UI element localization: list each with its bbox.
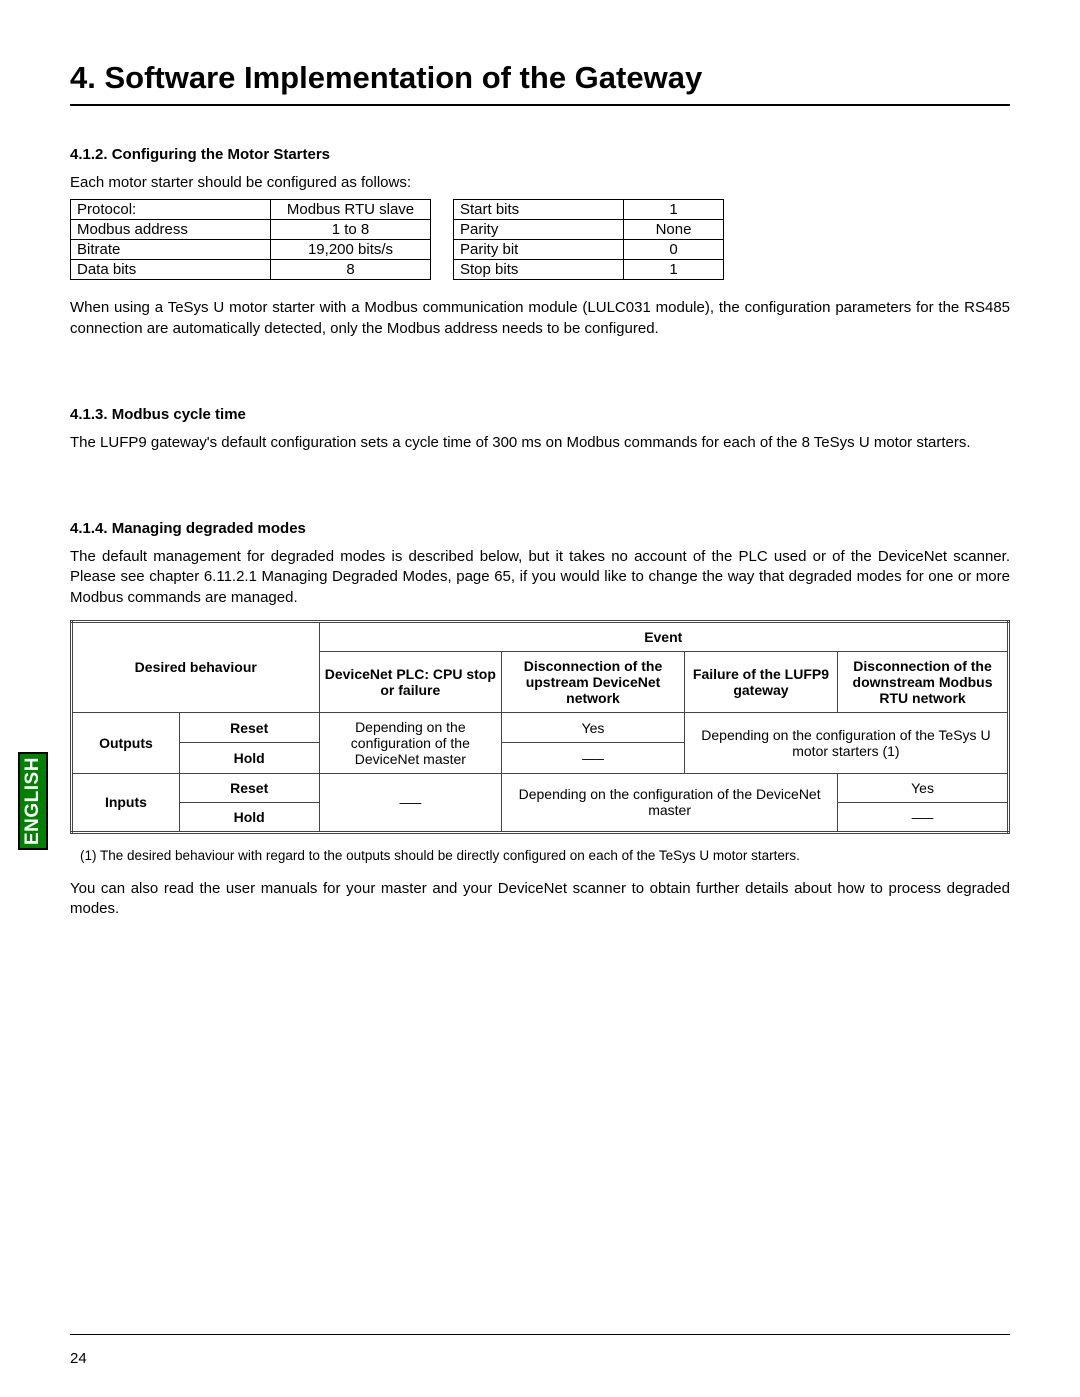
cell-value: 1 to 8 [271, 220, 431, 240]
cell: Yes [502, 712, 685, 743]
page-number: 24 [70, 1350, 87, 1367]
footer-rule [70, 1334, 1010, 1335]
cell-value: None [624, 220, 724, 240]
table-row: Bitrate19,200 bits/s [71, 240, 431, 260]
chapter-title: 4. Software Implementation of the Gatewa… [70, 60, 1010, 96]
header-col-failure: Failure of the LUFP9 gateway [684, 651, 837, 712]
cell-label: Parity [454, 220, 624, 240]
language-tab: ENGLISH [18, 752, 48, 850]
cell-label: Parity bit [454, 240, 624, 260]
table-row: ParityNone [454, 220, 724, 240]
config-table-left: Protocol:Modbus RTU slave Modbus address… [70, 199, 431, 280]
header-col-downstream: Disconnection of the downstream Modbus R… [838, 651, 1009, 712]
spacer [70, 351, 1010, 406]
degraded-modes-table: Desired behaviour Event DeviceNet PLC: C… [70, 620, 1010, 834]
table-row: Modbus address1 to 8 [71, 220, 431, 240]
cell: —– [838, 802, 1009, 832]
header-event: Event [319, 621, 1009, 651]
closing-414: You can also read the user manuals for y… [70, 879, 1010, 920]
row-inputs: Inputs [72, 773, 180, 832]
header-behaviour: Desired behaviour [72, 621, 320, 712]
row-hold: Hold [179, 802, 319, 832]
table-row: InputsReset —– Depending on the configur… [72, 773, 1009, 802]
cell-value: 8 [271, 260, 431, 280]
cell: Depending on the configuration of the De… [502, 773, 838, 832]
table-header-row: Desired behaviour Event [72, 621, 1009, 651]
page: 4. Software Implementation of the Gatewa… [0, 0, 1080, 1397]
row-outputs: Outputs [72, 712, 180, 773]
cell: —– [502, 743, 685, 774]
config-table-right: Start bits1 ParityNone Parity bit0 Stop … [453, 199, 724, 280]
cell-value: 1 [624, 260, 724, 280]
cell: Depending on the configuration of the Te… [684, 712, 1008, 773]
intro-412: Each motor starter should be configured … [70, 173, 1010, 193]
cell-value: Modbus RTU slave [271, 200, 431, 220]
heading-413: 4.1.3. Modbus cycle time [70, 406, 1010, 423]
table-row: OutputsReset Depending on the configurat… [72, 712, 1009, 743]
para-414: The default management for degraded mode… [70, 547, 1010, 608]
cell-label: Start bits [454, 200, 624, 220]
table-row: Protocol:Modbus RTU slave [71, 200, 431, 220]
header-col-plc: DeviceNet PLC: CPU stop or failure [319, 651, 502, 712]
spacer [70, 465, 1010, 520]
config-tables-row: Protocol:Modbus RTU slave Modbus address… [70, 199, 1010, 280]
table-row: Start bits1 [454, 200, 724, 220]
table-row: Stop bits1 [454, 260, 724, 280]
cell-label: Stop bits [454, 260, 624, 280]
cell: Depending on the configuration of the De… [319, 712, 502, 773]
cell-label: Bitrate [71, 240, 271, 260]
header-col-upstream: Disconnection of the upstream DeviceNet … [502, 651, 685, 712]
title-rule [70, 104, 1010, 106]
cell-value: 0 [624, 240, 724, 260]
cell-value: 1 [624, 200, 724, 220]
cell-value: 19,200 bits/s [271, 240, 431, 260]
cell: Yes [838, 773, 1009, 802]
table-row: Parity bit0 [454, 240, 724, 260]
cell-label: Data bits [71, 260, 271, 280]
cell-label: Protocol: [71, 200, 271, 220]
heading-414: 4.1.4. Managing degraded modes [70, 520, 1010, 537]
para-412: When using a TeSys U motor starter with … [70, 298, 1010, 339]
para-413: The LUFP9 gateway's default configuratio… [70, 433, 1010, 453]
row-reset: Reset [179, 773, 319, 802]
cell: —– [319, 773, 502, 832]
row-reset: Reset [179, 712, 319, 743]
row-hold: Hold [179, 743, 319, 774]
table-row: Data bits8 [71, 260, 431, 280]
footnote-414: (1) The desired behaviour with regard to… [80, 848, 1010, 863]
cell-label: Modbus address [71, 220, 271, 240]
heading-412: 4.1.2. Configuring the Motor Starters [70, 146, 1010, 163]
